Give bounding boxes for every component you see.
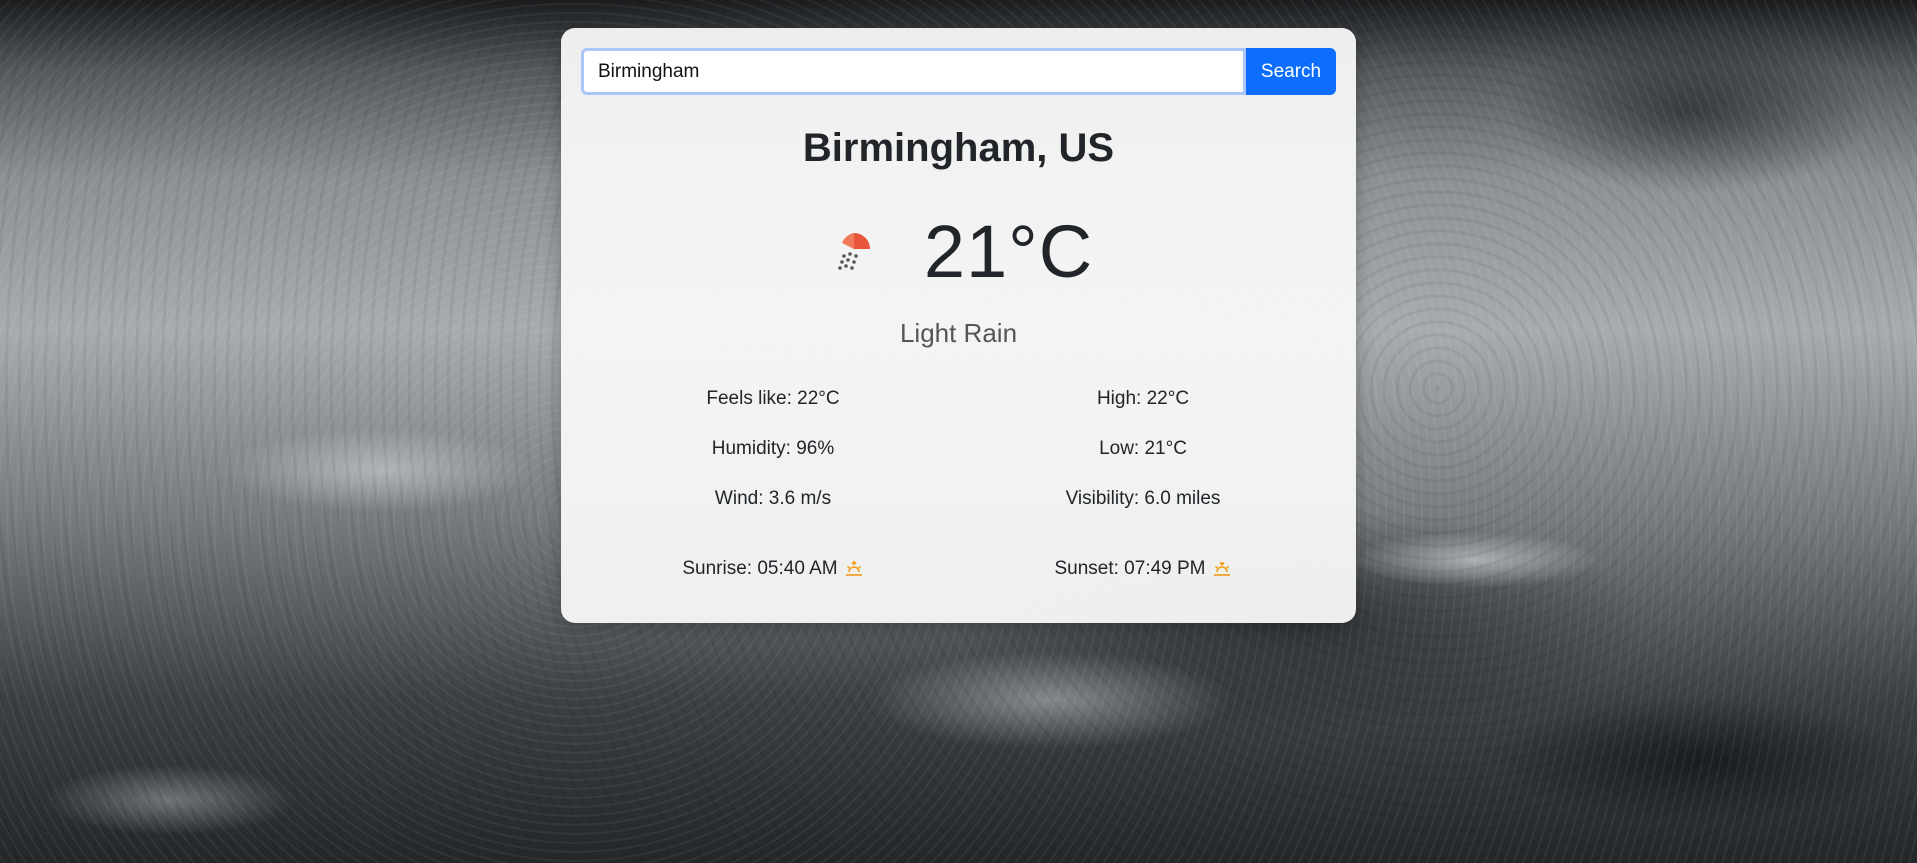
sunset-label: Sunset: 07:49 PM: [1054, 558, 1206, 579]
light-rain-icon: [838, 233, 870, 270]
weather-card: Search Birmingham, US 21°C Light Rain Fe…: [561, 28, 1356, 623]
humidity: Humidity: 96%: [711, 438, 835, 459]
wind: Wind: 3.6 m/s: [714, 488, 832, 509]
sunrise: Sunrise: 05:40 AM: [623, 558, 923, 580]
search-button[interactable]: Search: [1246, 48, 1336, 95]
feels-like: Feels like: 22°C: [706, 388, 840, 409]
sunset-icon: [1213, 562, 1230, 576]
temperature: 21°C: [923, 209, 1094, 293]
city-name: Birmingham, US: [802, 126, 1115, 170]
low-temp: Low: 21°C: [1099, 438, 1187, 459]
current-weather: 21°C: [561, 206, 1356, 296]
search-bar: Search: [581, 48, 1336, 95]
high-temp: High: 22°C: [1096, 388, 1190, 409]
city-search-input[interactable]: [581, 48, 1246, 95]
sunset: Sunset: 07:49 PM: [993, 558, 1293, 580]
visibility: Visibility: 6.0 miles: [1065, 488, 1221, 509]
sunrise-icon: [845, 560, 862, 576]
sunrise-label: Sunrise: 05:40 AM: [682, 558, 838, 579]
weather-description: Light Rain: [899, 318, 1018, 348]
